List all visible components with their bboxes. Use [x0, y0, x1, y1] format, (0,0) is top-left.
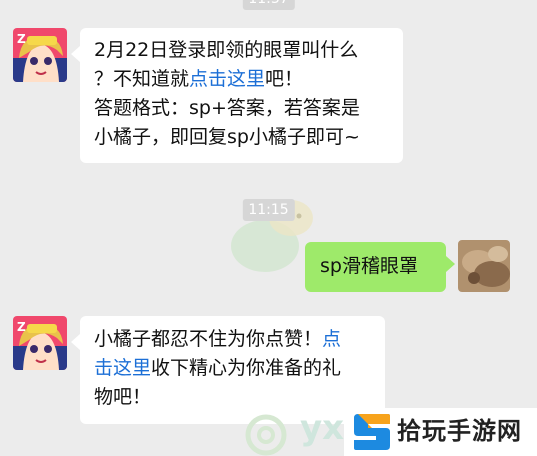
user-message-bubble: sp滑稽眼罩 — [305, 242, 455, 292]
faint-snail-logo-icon — [245, 414, 287, 456]
message-line: ？不知道就点击这里吧！ — [94, 68, 304, 90]
click-here-link[interactable]: 击这里 — [94, 357, 151, 379]
message-text: sp滑稽眼罩 — [320, 255, 418, 277]
bot-avatar[interactable]: Z — [13, 28, 67, 82]
click-here-link[interactable]: 点 — [322, 328, 341, 350]
svg-text:Z: Z — [17, 32, 26, 46]
bot-message-bubble: 2月22日登录即领的眼罩叫什么 ？不知道就点击这里吧！ 答题格式：sp+答案，若… — [71, 28, 403, 163]
click-here-link[interactable]: 点击这里 — [189, 68, 265, 90]
timestamp-middle: 11:15 — [242, 199, 295, 221]
avatar-girl-icon: Z — [13, 28, 67, 82]
watermark-faint-text: yx — [300, 408, 345, 448]
watermark-site-name: 拾玩手游网 — [397, 417, 522, 445]
message-line: 击这里收下精心为你准备的礼 — [94, 357, 342, 379]
message-line: 答题格式：sp+答案，若答案是 — [94, 97, 360, 119]
message-line: 2月22日登录即领的眼罩叫什么 — [94, 39, 359, 61]
user-avatar[interactable] — [458, 240, 510, 292]
bot-avatar[interactable]: Z — [13, 316, 67, 370]
watermark-logo-icon — [354, 414, 390, 450]
user-photo-icon — [458, 240, 510, 292]
message-line: 小橘子，即回复sp小橘子即可~ — [94, 126, 360, 148]
avatar-girl-icon: Z — [13, 316, 67, 370]
timestamp-top: 11:37 — [242, 0, 295, 10]
message-line: 小橘子都忍不住为你点赞！点 — [94, 328, 342, 350]
svg-text:Z: Z — [17, 320, 26, 334]
